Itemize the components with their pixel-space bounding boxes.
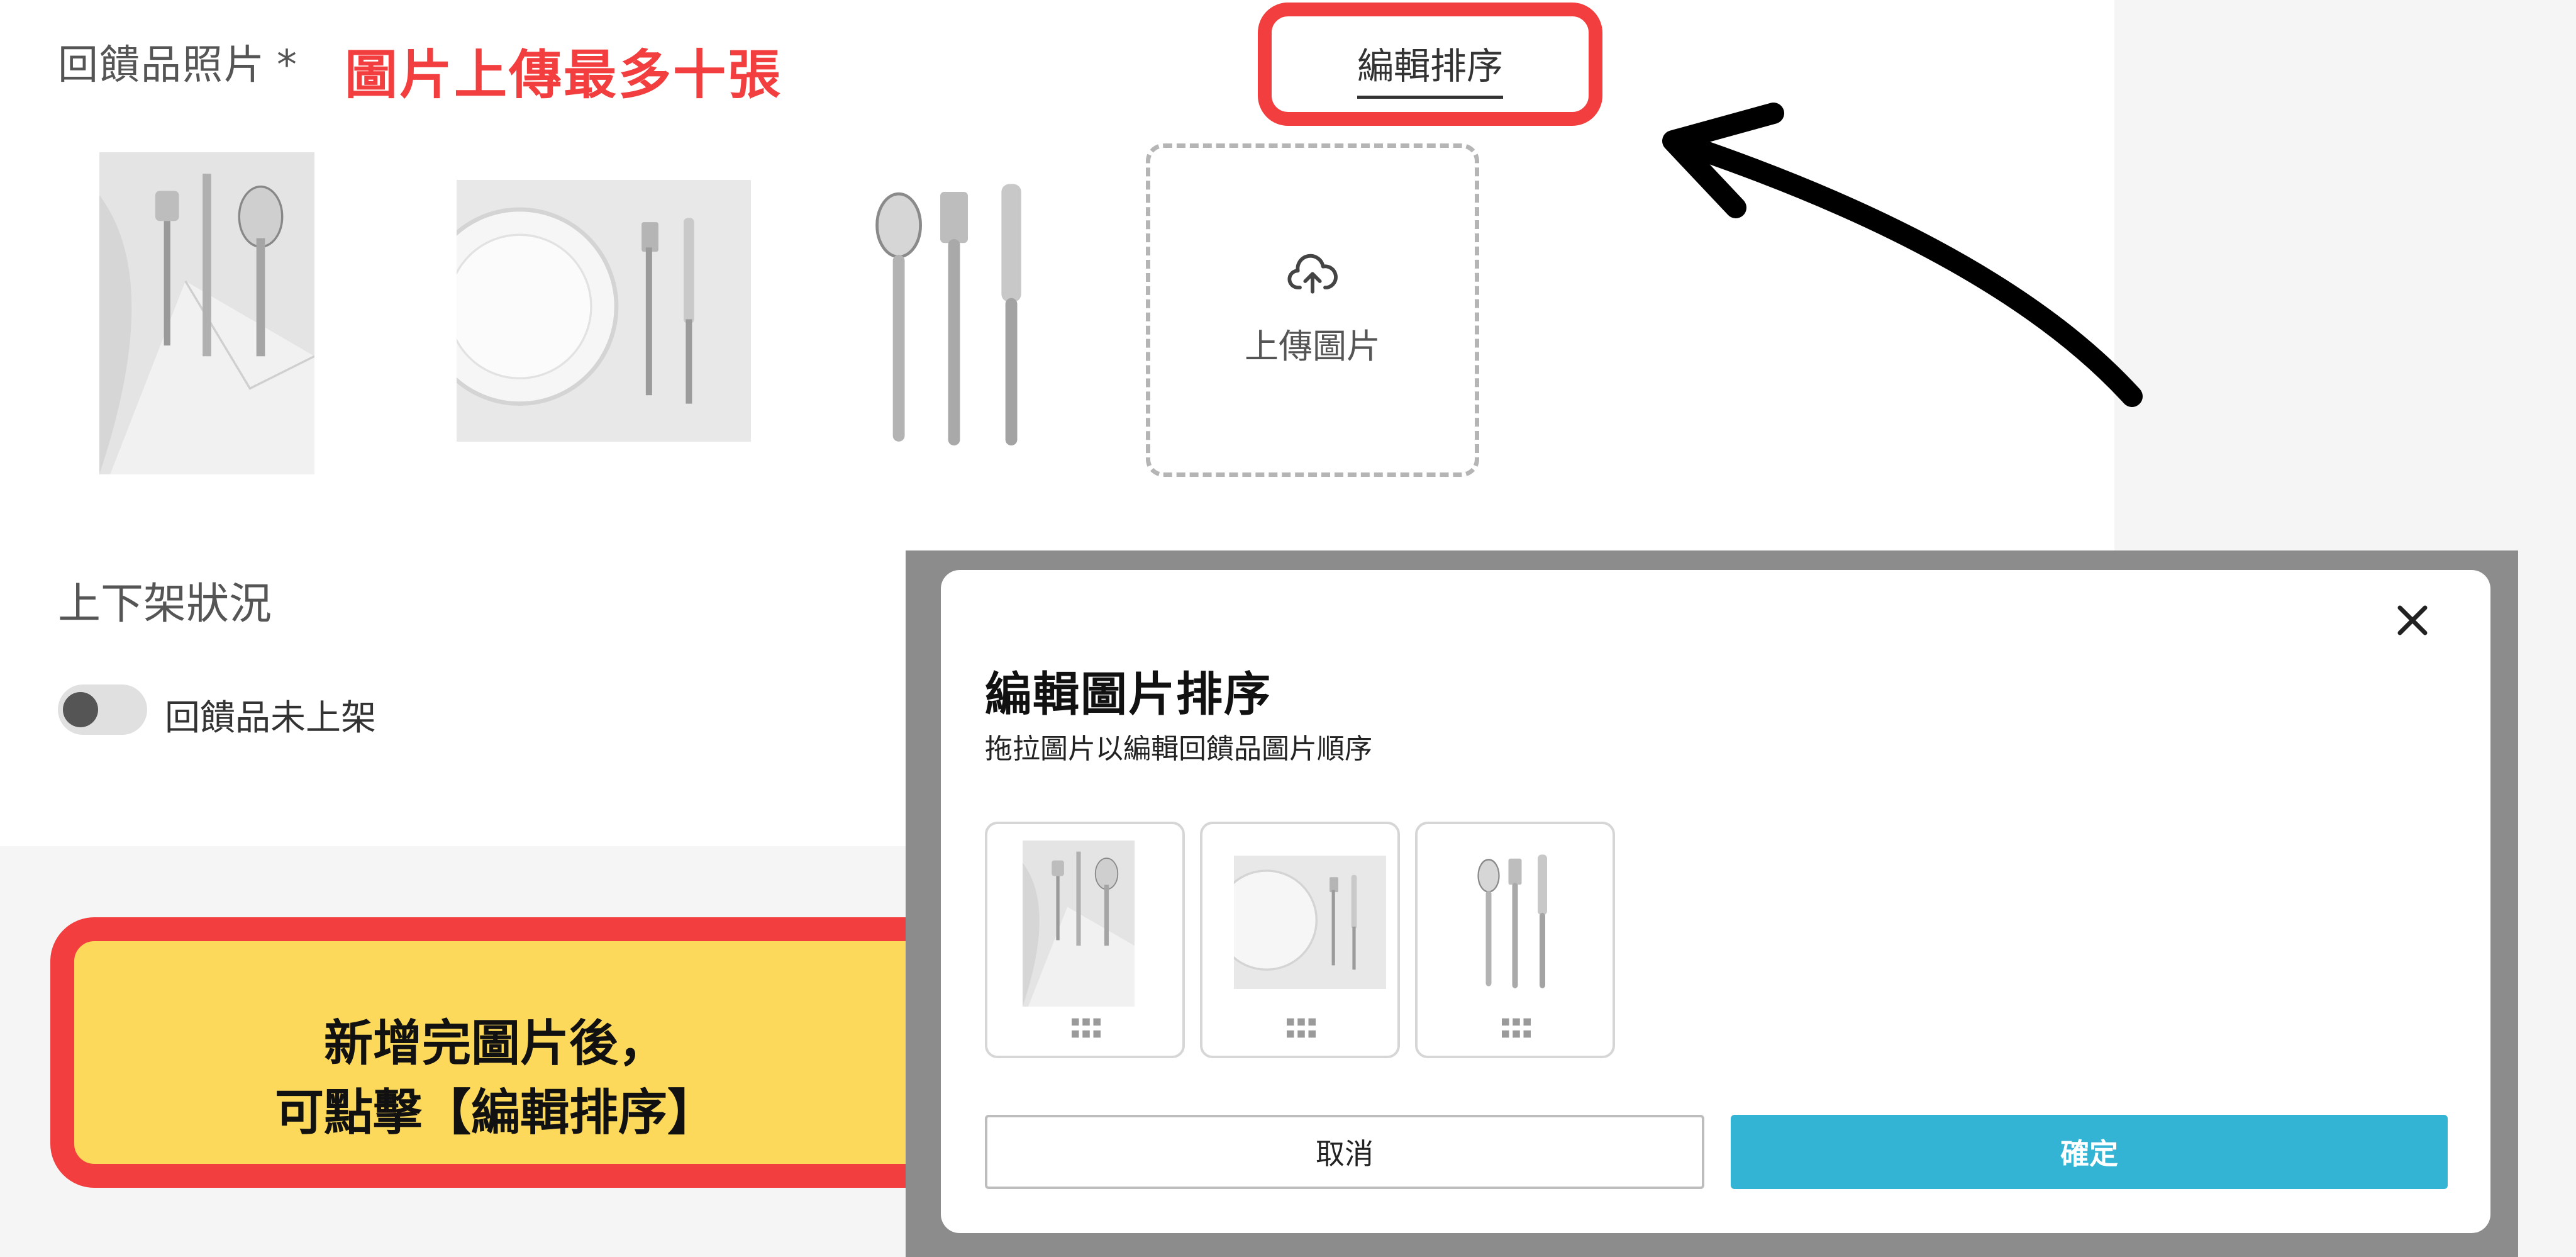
callout-text-line-2: 可點擊【編輯排序】 xyxy=(274,1085,716,1141)
photos-field-label: 回饋品照片 * xyxy=(58,33,298,91)
cloud-upload-icon xyxy=(1287,254,1338,294)
upload-limit-annotation: 圖片上傳最多十張 xyxy=(345,44,783,106)
edit-sort-dialog: 編輯圖片排序 拖拉圖片以編輯回饋品圖片順序 取消 確定 xyxy=(941,570,2490,1233)
close-button[interactable] xyxy=(2387,595,2438,645)
upload-image-label: 上傳圖片 xyxy=(1245,326,1380,366)
dialog-title: 編輯圖片排序 xyxy=(985,668,1272,722)
product-photo-3[interactable] xyxy=(855,176,1053,459)
sortable-photo-card-2[interactable] xyxy=(1200,822,1400,1058)
dialog-subtitle: 拖拉圖片以編輯回饋品圖片順序 xyxy=(985,733,1372,765)
instruction-callout: 新增完圖片後， 可點擊【編輯排序】 xyxy=(50,917,994,1188)
upload-image-button[interactable]: 上傳圖片 xyxy=(1146,143,1479,477)
sortable-photo-2 xyxy=(1234,856,1386,989)
edit-sort-link[interactable]: 編輯排序 xyxy=(1357,36,1504,99)
sortable-photo-card-3[interactable] xyxy=(1415,822,1615,1058)
listing-status-title: 上下架狀況 xyxy=(58,579,272,629)
product-photo-2[interactable] xyxy=(457,180,751,442)
callout-text-line-1: 新增完圖片後， xyxy=(323,1015,667,1072)
drag-handle-icon[interactable] xyxy=(1072,1018,1101,1038)
photos-label-text: 回饋品照片 xyxy=(58,42,265,89)
sortable-photo-1 xyxy=(1023,841,1135,1007)
sortable-photo-3 xyxy=(1468,851,1562,995)
confirm-button[interactable]: 確定 xyxy=(1731,1115,2448,1189)
cancel-button[interactable]: 取消 xyxy=(985,1115,1704,1189)
required-mark: * xyxy=(277,42,298,89)
drag-handle-icon[interactable] xyxy=(1502,1018,1531,1038)
sortable-photo-card-1[interactable] xyxy=(985,822,1185,1058)
product-photo-1[interactable] xyxy=(99,152,314,474)
close-icon xyxy=(2397,605,2428,635)
toggle-knob xyxy=(63,692,98,727)
listing-status-toggle[interactable] xyxy=(58,684,147,735)
drag-handle-icon[interactable] xyxy=(1287,1018,1316,1038)
arrow-annotation-icon xyxy=(1662,103,2143,407)
listing-status-label: 回饋品未上架 xyxy=(165,698,376,739)
